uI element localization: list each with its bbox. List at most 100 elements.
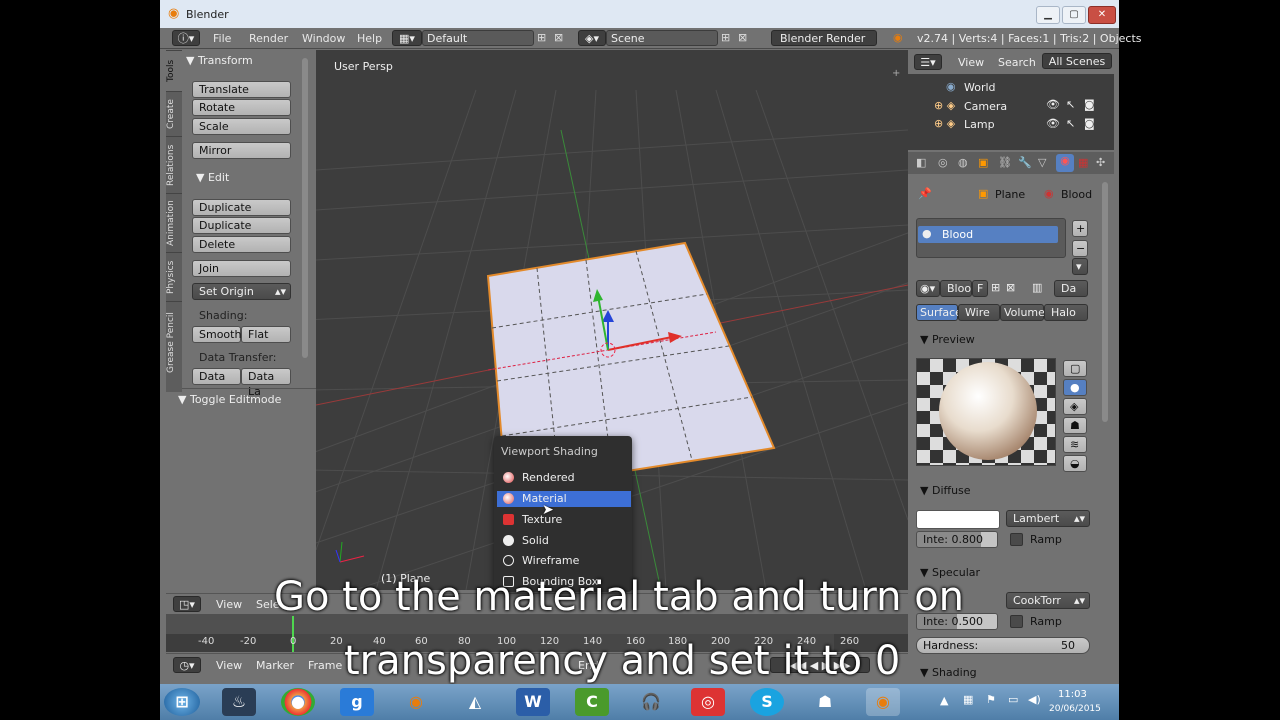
tab-animation[interactable]: Animation bbox=[166, 193, 182, 252]
rotate-button[interactable]: Rotate bbox=[192, 99, 291, 116]
shading-rendered-item[interactable]: Rendered bbox=[497, 470, 631, 486]
duplicate-button[interactable]: Duplicate bbox=[192, 199, 291, 216]
material-slot-item[interactable]: ● Blood bbox=[918, 226, 1058, 243]
word-icon[interactable]: W bbox=[516, 688, 550, 716]
menu-help[interactable]: Help bbox=[357, 32, 382, 45]
g-app-icon[interactable]: g bbox=[340, 688, 374, 716]
outliner-lamp[interactable]: Lamp bbox=[964, 118, 995, 131]
halo-tab[interactable]: Halo bbox=[1044, 304, 1088, 321]
maximize-button[interactable]: ▢ bbox=[1062, 6, 1086, 24]
clock-time[interactable]: 11:03 bbox=[1058, 689, 1087, 700]
texture-tab-icon[interactable]: ▦ bbox=[1078, 156, 1088, 169]
timeline-view-menu[interactable]: View bbox=[216, 659, 242, 672]
shading-wireframe-item[interactable]: Wireframe bbox=[497, 553, 631, 569]
object-tab-icon[interactable]: ▣ bbox=[978, 156, 988, 169]
diffuse-ramp-checkbox[interactable] bbox=[1010, 533, 1023, 546]
network-icon[interactable]: ▦ bbox=[963, 693, 973, 706]
smooth-button[interactable]: Smooth bbox=[192, 326, 241, 343]
action-center-flag-icon[interactable]: ⚑ bbox=[986, 693, 996, 706]
breadcrumb-object[interactable]: Plane bbox=[995, 188, 1025, 201]
menu-window[interactable]: Window bbox=[302, 32, 345, 45]
chrome-icon[interactable]: ● bbox=[281, 688, 315, 716]
visibility-eye-icon[interactable]: 👁 bbox=[1046, 117, 1060, 130]
surface-tab[interactable]: Surface bbox=[916, 304, 962, 321]
material-tab-icon[interactable]: ◉ bbox=[1056, 154, 1074, 172]
diffuse-shader-dropdown[interactable]: Lambert ▴▾ bbox=[1006, 510, 1090, 527]
timeline-frame-menu[interactable]: Frame bbox=[308, 659, 342, 672]
properties-scrollbar[interactable] bbox=[1102, 182, 1108, 422]
constraint-tab-icon[interactable]: ⛓ bbox=[998, 156, 1012, 169]
new-material-icon[interactable]: ⊞ bbox=[991, 281, 1000, 294]
layout-selector-button[interactable]: ▦▾ bbox=[392, 30, 422, 46]
diffuse-color-swatch[interactable] bbox=[916, 510, 1000, 529]
scene-field[interactable]: Scene bbox=[606, 30, 718, 46]
data-link-dropdown[interactable]: Da bbox=[1054, 280, 1088, 297]
record-app-icon[interactable]: ◎ bbox=[691, 688, 725, 716]
specular-shader-dropdown[interactable]: CookTorr ▴▾ bbox=[1006, 592, 1090, 609]
shading-panel-header[interactable]: ▼ Shading bbox=[920, 666, 977, 679]
browse-material-button[interactable]: ◉▾ bbox=[916, 280, 940, 297]
editor-type-timeline-button[interactable]: ◷▾ bbox=[173, 657, 201, 673]
preview-monkey-button[interactable]: ☗ bbox=[1063, 417, 1087, 434]
node-material-icon[interactable]: ▥ bbox=[1032, 281, 1042, 294]
all-scenes-dropdown[interactable]: All Scenes bbox=[1042, 53, 1112, 69]
remove-scene-icon[interactable]: ⊠ bbox=[738, 31, 747, 44]
menu-file[interactable]: File bbox=[213, 32, 231, 45]
preview-sphere-button[interactable]: ● bbox=[1063, 379, 1087, 396]
flat-button[interactable]: Flat bbox=[241, 326, 291, 343]
join-button[interactable]: Join bbox=[192, 260, 291, 277]
outliner-view-menu[interactable]: View bbox=[958, 56, 984, 69]
hardness-field[interactable]: Hardness: 50 bbox=[916, 637, 1090, 654]
close-button[interactable]: ✕ bbox=[1088, 6, 1116, 24]
shading-solid-item[interactable]: Solid bbox=[497, 533, 631, 549]
scene-selector-button[interactable]: ◈▾ bbox=[578, 30, 606, 46]
timeline-marker-menu[interactable]: Marker bbox=[256, 659, 294, 672]
blender-taskbar-icon[interactable]: ◉ bbox=[399, 688, 433, 716]
preview-panel-header[interactable]: ▼ Preview bbox=[920, 333, 975, 346]
view-menu[interactable]: View bbox=[216, 598, 242, 611]
volume-icon[interactable]: ◀) bbox=[1028, 693, 1041, 706]
tray-arrow-icon[interactable]: ▲ bbox=[940, 694, 948, 707]
preview-sky-button[interactable]: ◒ bbox=[1063, 455, 1087, 472]
clock-date[interactable]: 20/06/2015 bbox=[1049, 704, 1101, 714]
menu-render[interactable]: Render bbox=[249, 32, 288, 45]
render-camera-icon[interactable]: ◙ bbox=[1084, 98, 1095, 111]
blender-active-icon[interactable]: ◉ bbox=[866, 688, 900, 716]
game-icon[interactable]: ☗ bbox=[808, 688, 842, 716]
add-slot-button[interactable]: + bbox=[1072, 220, 1088, 237]
tab-relations[interactable]: Relations bbox=[166, 136, 182, 193]
remove-layout-icon[interactable]: ⊠ bbox=[554, 31, 563, 44]
remove-slot-button[interactable]: − bbox=[1072, 240, 1088, 257]
shelf-scrollbar[interactable] bbox=[302, 58, 308, 358]
start-button-icon[interactable]: ⊞ bbox=[164, 688, 200, 716]
add-scene-icon[interactable]: ⊞ bbox=[721, 31, 730, 44]
preview-hair-button[interactable]: ≋ bbox=[1063, 436, 1087, 453]
unity-icon[interactable]: ◭ bbox=[458, 688, 492, 716]
render-tab-icon[interactable]: ◧ bbox=[916, 156, 926, 169]
slot-specials-button[interactable]: ▾ bbox=[1072, 258, 1088, 275]
viewport-corner-icon[interactable]: + bbox=[892, 68, 900, 79]
select-cursor-icon[interactable]: ↖ bbox=[1066, 117, 1075, 130]
skype-icon[interactable]: S bbox=[750, 688, 784, 716]
editor-type-outliner-button[interactable]: ☰▾ bbox=[914, 54, 942, 70]
modifier-tab-icon[interactable]: 🔧 bbox=[1018, 156, 1032, 169]
preview-flat-button[interactable]: ▢ bbox=[1063, 360, 1087, 377]
pin-icon[interactable]: 📌 bbox=[918, 187, 932, 200]
editor-type-info-button[interactable]: ⓘ▾ bbox=[172, 30, 200, 46]
camtasia-icon[interactable]: C bbox=[575, 688, 609, 716]
shading-texture-item[interactable]: Texture bbox=[497, 512, 631, 528]
particles-tab-icon[interactable]: ✣ bbox=[1096, 156, 1105, 169]
duplicate-linked-button[interactable]: Duplicate Linked bbox=[192, 217, 291, 247]
visibility-eye-icon[interactable]: 👁 bbox=[1046, 98, 1060, 111]
toggle-editmode-header[interactable]: ▼ Toggle Editmode bbox=[178, 393, 281, 406]
layout-field[interactable]: Default bbox=[422, 30, 534, 46]
diffuse-panel-header[interactable]: ▼ Diffuse bbox=[920, 484, 971, 497]
data-tab-icon[interactable]: ▽ bbox=[1038, 156, 1046, 169]
steam-icon[interactable]: ♨ bbox=[222, 688, 256, 716]
delete-button[interactable]: Delete bbox=[192, 236, 291, 253]
tab-tools[interactable]: Tools bbox=[166, 50, 182, 91]
breadcrumb-material[interactable]: Blood bbox=[1061, 188, 1092, 201]
edit-panel-header[interactable]: ▼ Edit bbox=[196, 171, 229, 184]
scene-tab-icon[interactable]: ◎ bbox=[938, 156, 948, 169]
shading-material-item[interactable]: Material bbox=[497, 491, 631, 507]
